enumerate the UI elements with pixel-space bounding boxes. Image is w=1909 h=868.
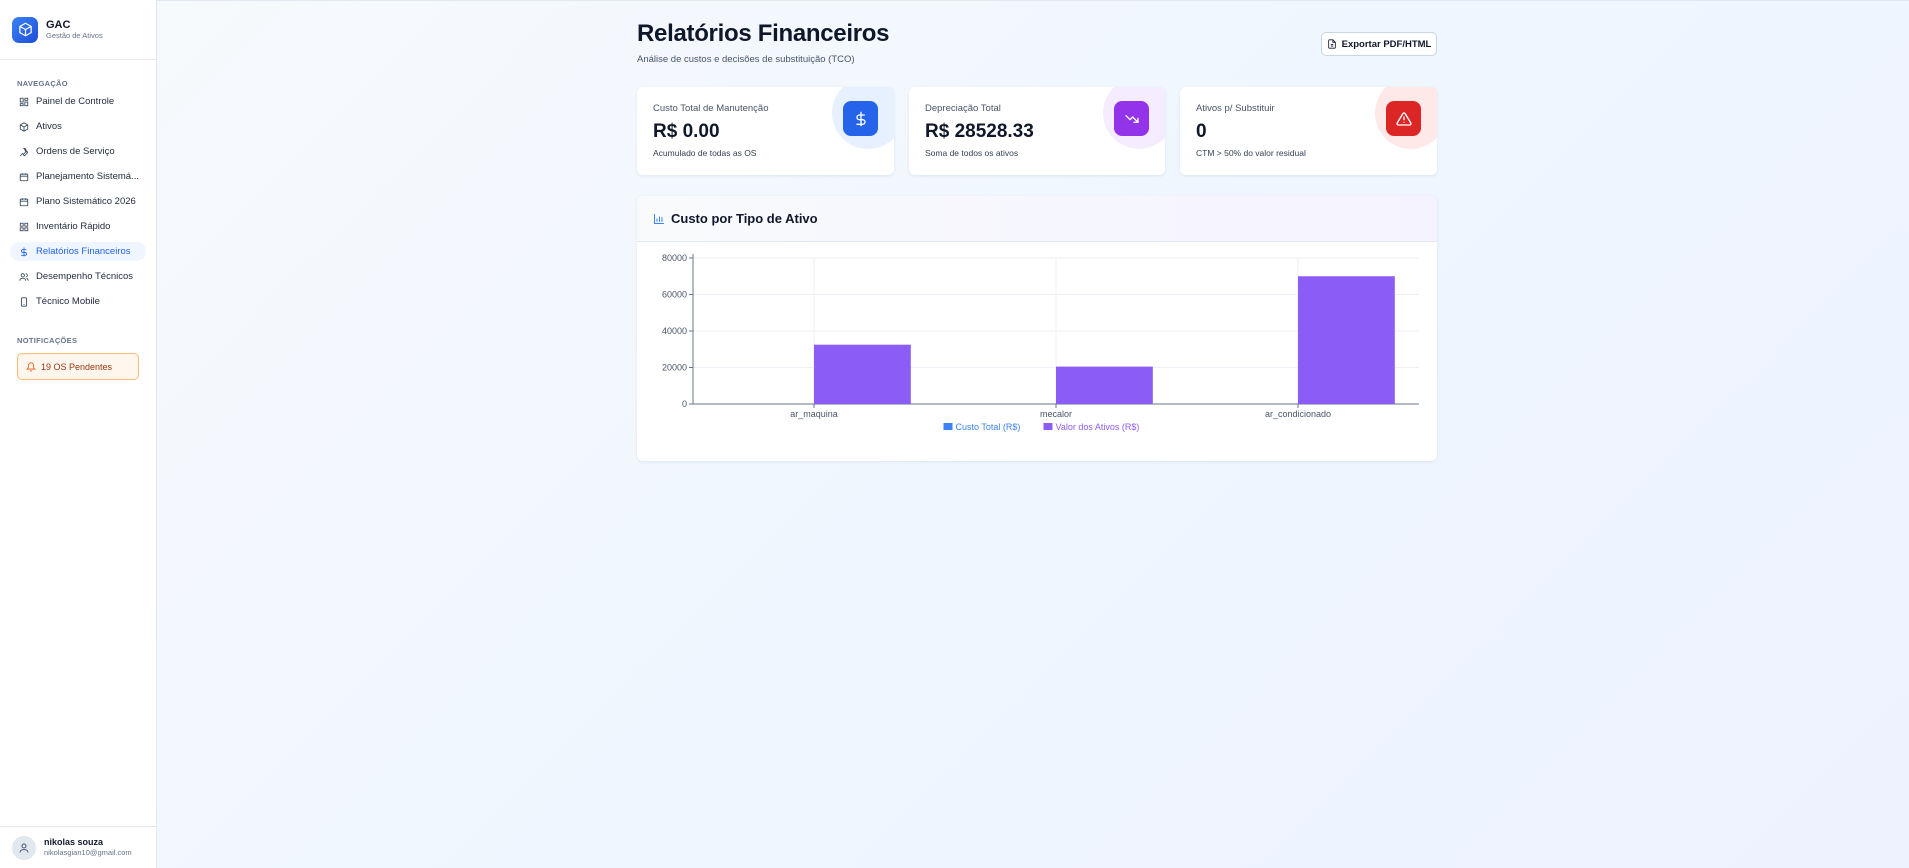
sidebar-item-label: Ordens de Serviço (36, 146, 115, 157)
card-note: Acumulado de todas as OS (653, 148, 757, 158)
notifications-section-label: NOTIFICAÇÕES (17, 336, 78, 345)
sidebar-item-inventario-rapido[interactable]: Inventário Rápido (10, 217, 146, 236)
sidebar-item-label: Painel de Controle (36, 96, 115, 107)
bar-ar_condicionado (1298, 276, 1395, 404)
assets-to-replace-card: Ativos p/ Substituir 0 CTM > 50% do valo… (1180, 87, 1437, 175)
top-divider (157, 0, 1909, 1)
sidebar-item-planejamento-sistematico[interactable]: Planejamento Sistemá... (10, 167, 146, 186)
y-tick-label: 20000 (662, 363, 687, 373)
dollar-icon (843, 101, 878, 136)
bar-ar_maquina (814, 344, 911, 404)
chart-title: Custo por Tipo de Ativo (671, 211, 818, 226)
y-tick-label: 80000 (662, 253, 687, 263)
box-logo-icon (12, 16, 38, 43)
y-tick-label: 40000 (662, 326, 687, 336)
card-value: 0 (1196, 121, 1207, 142)
maintenance-cost-card: Custo Total de Manutenção R$ 0.00 Acumul… (637, 87, 894, 175)
trending-down-icon (1114, 101, 1149, 136)
y-tick-label: 0 (682, 399, 687, 409)
legend-swatch (943, 423, 953, 430)
x-tick-label: ar_maquina (790, 409, 838, 419)
grid-icon (18, 221, 30, 233)
pending-orders-notification[interactable]: 19 OS Pendentes (17, 353, 139, 380)
depreciation-card: Depreciação Total R$ 28528.33 Soma de to… (909, 87, 1165, 175)
export-button-label: Exportar PDF/HTML (1341, 38, 1432, 50)
sidebar-item-ordens-de-servico[interactable]: Ordens de Serviço (10, 142, 146, 161)
pending-orders-label: 19 OS Pendentes (41, 361, 113, 372)
card-label: Ativos p/ Substituir (1196, 103, 1275, 114)
cost-by-asset-type-chart-card: Custo por Tipo de Ativo 0 20000 40000 60000… (637, 196, 1437, 461)
y-tick-label: 60000 (662, 290, 687, 300)
dollar-icon (18, 246, 30, 258)
box-icon (18, 121, 30, 133)
brand[interactable]: GAC Gestão de Ativos (0, 0, 156, 60)
x-tick-label: mecalor (1040, 409, 1072, 419)
sidebar-item-label: Desempenho Técnicos (36, 271, 133, 282)
user-name: nikolas souza (44, 837, 104, 848)
legend-label: Valor dos Ativos (R$) (1056, 422, 1140, 432)
user-profile[interactable]: nikolas souza nikolasgian10@gmail.com (0, 826, 157, 868)
bar-mecalor (1056, 366, 1153, 404)
file-icon (1327, 39, 1336, 49)
sidebar-item-label: Planejamento Sistemá... (36, 171, 139, 182)
legend-swatch (1043, 423, 1053, 430)
legend-label: Custo Total (R$) (956, 422, 1021, 432)
sidebar-item-desempenho-tecnicos[interactable]: Desempenho Técnicos (10, 267, 146, 286)
user-email: nikolasgian10@gmail.com (44, 848, 132, 858)
bell-icon (26, 361, 36, 372)
card-value: R$ 0.00 (653, 121, 720, 142)
brand-name: GAC (46, 18, 71, 31)
page-title: Relatórios Financeiros (637, 20, 890, 47)
sidebar-item-label: Plano Sistemático 2026 (36, 196, 136, 207)
alert-triangle-icon (1386, 101, 1421, 136)
nav-section-label: NAVEGAÇÃO (17, 79, 68, 88)
sidebar: GAC Gestão de Ativos NAVEGAÇÃO Painel de… (0, 0, 157, 868)
sidebar-item-plano-sistematico-2026[interactable]: Plano Sistemático 2026 (10, 192, 146, 211)
brand-subtitle: Gestão de Ativos (46, 30, 103, 40)
card-value: R$ 28528.33 (925, 121, 1034, 142)
wrench-icon (18, 146, 30, 158)
x-tick-label: ar_condicionado (1265, 409, 1331, 419)
sidebar-item-painel-de-controle[interactable]: Painel de Controle (10, 92, 146, 111)
sidebar-item-ativos[interactable]: Ativos (10, 117, 146, 136)
card-label: Depreciação Total (925, 103, 1001, 114)
calendar-icon (18, 171, 30, 183)
card-label: Custo Total de Manutenção (653, 103, 769, 114)
page-subtitle: Análise de custos e decisões de substitu… (637, 54, 855, 65)
calendar-icon (18, 196, 30, 208)
sidebar-nav: Painel de Controle Ativos Ordens de Serv… (0, 92, 156, 317)
sidebar-item-relatorios-financeiros[interactable]: Relatórios Financeiros (10, 242, 146, 261)
sidebar-item-label: Relatórios Financeiros (36, 246, 131, 257)
export-pdf-html-button[interactable]: Exportar PDF/HTML (1321, 32, 1437, 56)
smartphone-icon (18, 296, 30, 308)
avatar (12, 835, 36, 860)
bar-chart-icon (654, 213, 664, 224)
card-note: Soma de todos os ativos (925, 148, 1019, 158)
chart-header: Custo por Tipo de Ativo (637, 196, 1437, 242)
bar-chart: 0 20000 40000 60000 80000 ar_maquina mecalor ar… (662, 253, 1419, 432)
users-icon (18, 271, 30, 283)
dashboard-icon (18, 96, 30, 108)
sidebar-item-label: Técnico Mobile (36, 296, 100, 307)
sidebar-item-label: Ativos (36, 121, 62, 132)
sidebar-item-tecnico-mobile[interactable]: Técnico Mobile (10, 292, 146, 311)
sidebar-item-label: Inventário Rápido (36, 221, 111, 232)
card-note: CTM > 50% do valor residual (1196, 148, 1306, 158)
